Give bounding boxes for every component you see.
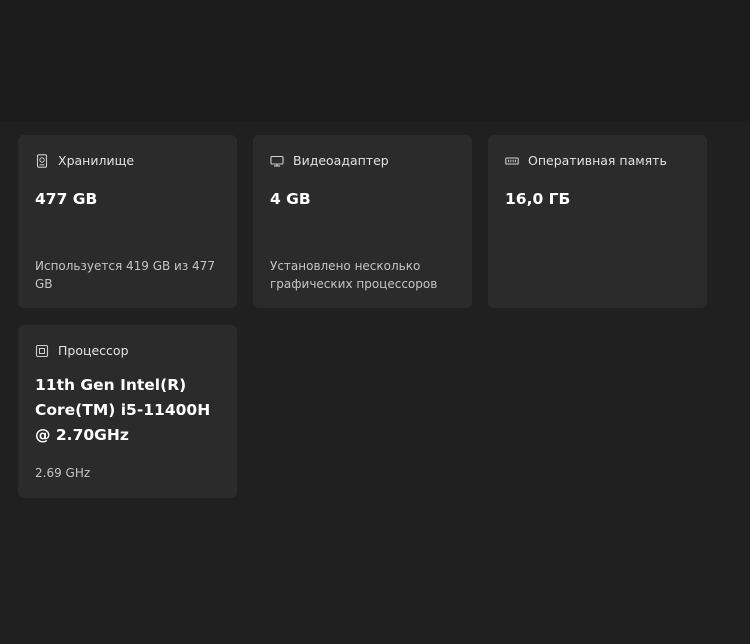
storage-card[interactable]: Хранилище 477 GB Используется 419 GB из …	[18, 135, 237, 308]
gpu-card-header: Видеоадаптер	[270, 153, 389, 169]
cpu-icon	[35, 344, 49, 358]
storage-value: 477 GB	[35, 190, 98, 208]
ram-card[interactable]: Оперативная память 16,0 ГБ	[488, 135, 707, 308]
storage-title: Хранилище	[58, 153, 135, 168]
monitor-icon	[270, 154, 284, 168]
cpu-card-header: Процессор	[35, 343, 129, 359]
cpu-model: 11th Gen Intel(R) Core(TM) i5-11400H @ 2…	[35, 376, 211, 444]
cpu-title: Процессор	[58, 343, 129, 358]
gpu-subtitle: Установлено несколько графических процес…	[270, 259, 438, 291]
storage-usage: Используется 419 GB из 477 GB	[35, 259, 215, 291]
ram-value: 16,0 ГБ	[505, 190, 571, 208]
gpu-value: 4 GB	[270, 190, 311, 208]
cpu-card[interactable]: Процессор 11th Gen Intel(R) Core(TM) i5-…	[18, 325, 237, 498]
cpu-speed: 2.69 GHz	[35, 466, 91, 480]
storage-card-header: Хранилище	[35, 153, 134, 169]
gpu-card[interactable]: Видеоадаптер 4 GB Установлено несколько …	[253, 135, 472, 308]
gpu-title: Видеоадаптер	[293, 153, 389, 168]
ram-card-header: Оперативная память	[505, 153, 667, 169]
hard-drive-icon	[35, 154, 49, 168]
memory-icon	[505, 154, 519, 168]
ram-title: Оперативная память	[528, 153, 667, 168]
header-area	[0, 0, 750, 122]
